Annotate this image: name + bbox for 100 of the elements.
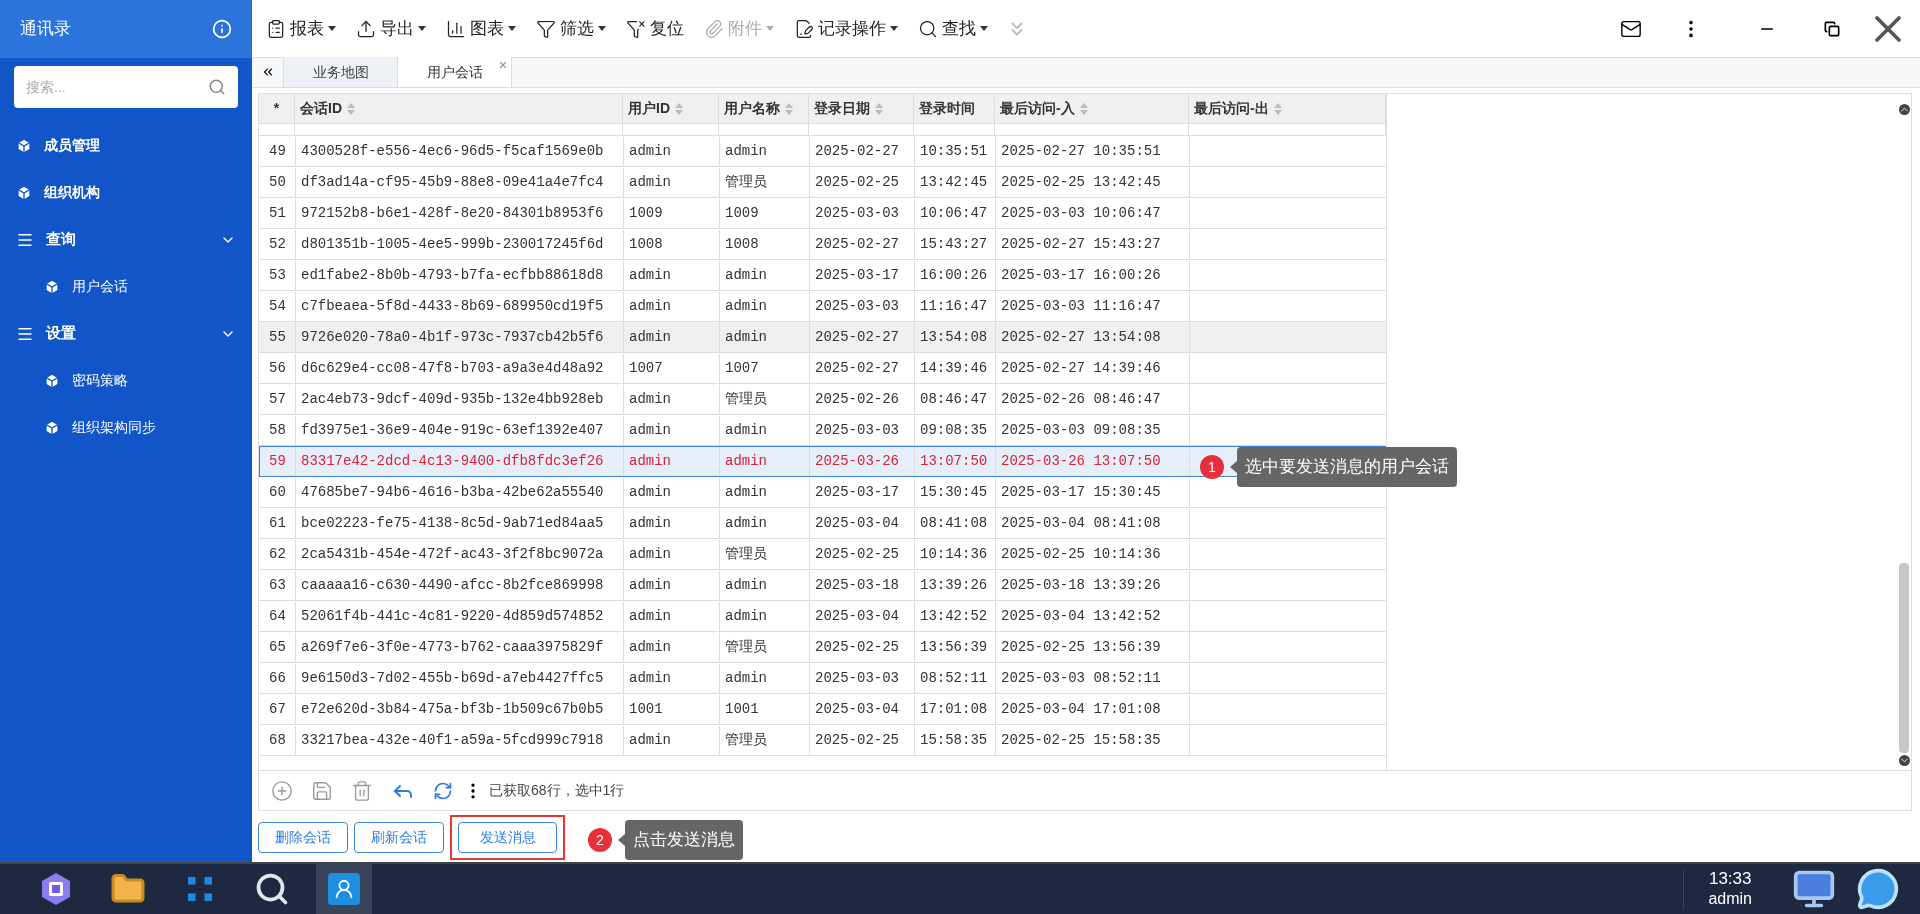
sidebar-item[interactable]: 组织架构同步 [0, 404, 252, 451]
table-cell: admin [624, 571, 720, 600]
table-row[interactable]: 51 972152b8-b6e1-428f-8e20-84301b8953f6 1009 1009 2025-03-03 10:06:47 2025-03-03 10:06:47 [259, 198, 1386, 229]
table-row[interactable]: 52 d801351b-1005-4ee5-999b-230017245f6d 1008 1008 2025-02-27 15:43:27 2025-02-27 15:43:27 [259, 229, 1386, 260]
search-icon[interactable] [208, 78, 226, 96]
toolbar-button[interactable]: 导出 [350, 8, 432, 49]
funnel-icon [536, 18, 556, 39]
taskbar-app[interactable] [316, 864, 372, 914]
column-header[interactable]: 用户名称 [719, 94, 809, 123]
table-row[interactable]: 57 2ac4eb73-9dcf-409d-935b-132e4bb928eb admin 管理员 2025-02-26 08:46:47 2025-02-26 08:46:47 [259, 384, 1386, 415]
sidebar-group[interactable]: 查询 [0, 216, 252, 263]
column-header[interactable]: 登录时间 [914, 94, 995, 123]
table-row[interactable]: 58 fd3975e1-36e9-404e-919c-63ef1392e407 admin admin 2025-03-03 09:08:35 2025-03-03 09:08:35 [259, 415, 1386, 446]
table-row[interactable]: 53 ed1fabe2-8b0b-4793-b7fa-ecfbb88618d8 admin admin 2025-03-17 16:00:26 2025-03-17 16:00:26 [259, 260, 1386, 291]
scroll-down-icon[interactable] [1898, 755, 1910, 766]
toolbar-button[interactable]: 记录操作 [788, 8, 904, 49]
table-cell: 2025-03-03 09:08:35 [996, 416, 1190, 445]
column-header[interactable]: 用户ID [623, 94, 719, 123]
table-row[interactable]: 54 c7fbeaea-5f8d-4433-8b69-689950cd19f5 admin admin 2025-03-03 11:16:47 2025-03-03 11:16:47 [259, 291, 1386, 322]
tab[interactable]: 业务地图 [284, 57, 398, 87]
search-icon [254, 871, 290, 907]
scroll-up-icon[interactable] [1898, 104, 1910, 115]
action-button[interactable]: 刷新会话 [354, 822, 444, 853]
table-row[interactable]: 67 e72e620d-3b84-475a-bf3b-1b509c67b0b5 1001 1001 2025-03-04 17:01:08 2025-03-04 17:01:08 [259, 694, 1386, 725]
table-row[interactable]: 56 d6c629e4-cc08-47f8-b703-a9a3e4d48a92 1007 1007 2025-02-27 14:39:46 2025-02-27 14:39:46 [259, 353, 1386, 384]
table-row[interactable]: 64 52061f4b-441c-4c81-9220-4d859d574852 admin admin 2025-03-04 13:42:52 2025-03-04 13:42:52 [259, 601, 1386, 632]
tab-close-icon[interactable] [498, 60, 508, 70]
save-icon[interactable] [311, 779, 333, 802]
callout-tooltip: 点击发送消息 [625, 820, 743, 860]
table-cell: 65 [260, 633, 296, 662]
table-cell: 51 [260, 199, 296, 228]
table-cell: 55 [260, 323, 296, 352]
table-cell: 2025-03-04 [810, 695, 915, 724]
table-cell: 61 [260, 509, 296, 538]
table-row[interactable]: 61 bce02223-fe75-4138-8c5d-9ab71ed84aa5 admin admin 2025-03-04 08:41:08 2025-03-04 08:41:08 [259, 508, 1386, 539]
table-cell: 2025-02-25 [810, 633, 915, 662]
table-cell: 52 [260, 230, 296, 259]
action-button[interactable]: 发送消息 [458, 822, 557, 853]
column-header[interactable]: 登录日期 [809, 94, 914, 123]
add-icon[interactable] [271, 779, 293, 802]
sidebar-group[interactable]: 设置 [0, 310, 252, 357]
sidebar-item[interactable]: 组织机构 [0, 169, 252, 216]
table-cell: 2025-03-17 16:00:26 [996, 261, 1190, 290]
chat-bubble-icon[interactable] [1856, 867, 1900, 911]
trash-icon[interactable] [351, 779, 373, 802]
column-header[interactable]: 最后访问-入 [995, 94, 1189, 123]
table-row[interactable]: 68 33217bea-432e-40f1-a59a-5fcd999c7918 admin 管理员 2025-02-25 15:58:35 2025-02-25 15:58:35 [259, 725, 1386, 756]
search-field[interactable]: 搜索... [14, 66, 238, 108]
report-icon [266, 18, 286, 39]
toolbar-button[interactable]: 筛选 [530, 8, 612, 49]
column-header[interactable]: * [259, 94, 295, 123]
table-cell: 57 [260, 385, 296, 414]
table-cell: admin [720, 261, 810, 290]
sidebar-item[interactable]: 成员管理 [0, 122, 252, 169]
tab[interactable]: 用户会话 [398, 57, 512, 87]
table-cell: 2025-03-04 08:41:08 [996, 509, 1190, 538]
table-cell: 2025-02-27 15:43:27 [996, 230, 1190, 259]
table-cell: 2ca5431b-454e-472f-ac43-3f2f8bc9072a [296, 540, 624, 569]
scrollbar-thumb[interactable] [1899, 563, 1909, 753]
table-cell: 49 [260, 137, 296, 166]
table-cell: 17:01:08 [915, 695, 996, 724]
table-cell: 52061f4b-441c-4c81-9220-4d859d574852 [296, 602, 624, 631]
table-row[interactable]: 49 4300528f-e556-4ec6-96d5-f5caf1569e0b admin admin 2025-02-27 10:35:51 2025-02-27 10:35:51 [259, 136, 1386, 167]
column-header[interactable]: 最后访问-出 [1189, 94, 1386, 123]
column-header[interactable]: 会话ID [295, 94, 623, 123]
info-icon[interactable] [212, 19, 232, 39]
toolbar-button[interactable]: 报表 [260, 8, 342, 49]
table-cell: 2025-03-03 10:06:47 [996, 199, 1190, 228]
table-cell: admin [720, 416, 810, 445]
table-cell: 2025-02-25 [810, 168, 915, 197]
table-cell: admin [624, 137, 720, 166]
table-cell: 9e6150d3-7d02-455b-b69d-a7eb4427ffc5 [296, 664, 624, 693]
table-cell: admin [624, 540, 720, 569]
refresh-icon[interactable] [433, 780, 453, 801]
toolbar-button[interactable]: 复位 [620, 8, 690, 49]
sidebar-item[interactable]: 密码策略 [0, 357, 252, 404]
status-text: 已获取68行，选中1行 [489, 781, 625, 800]
table-cell: 10:06:47 [915, 199, 996, 228]
sidebar-item[interactable]: 用户会话 [0, 263, 252, 310]
table-cell: 60 [260, 478, 296, 507]
table-row[interactable]: 65 a269f7e6-3f0e-4773-b762-caaa3975829f admin 管理员 2025-02-25 13:56:39 2025-02-25 13:56:39 [259, 632, 1386, 663]
table-cell: 47685be7-94b6-4616-b3ba-42be62a55540 [296, 478, 624, 507]
table-cell: admin [720, 602, 810, 631]
action-button[interactable]: 删除会话 [258, 822, 348, 853]
toolbar-button[interactable]: 图表 [440, 8, 522, 49]
table-cell: admin [624, 478, 720, 507]
table-cell: 13:39:26 [915, 571, 996, 600]
table-row[interactable]: 55 9726e020-78a0-4b1f-973c-7937cb42b5f6 admin admin 2025-02-27 13:54:08 2025-02-27 13:54:08 [259, 322, 1386, 353]
table-row[interactable]: 60 47685be7-94b6-4616-b3ba-42be62a55540 admin admin 2025-03-17 15:30:45 2025-03-17 15:30:45 [259, 477, 1386, 508]
table-cell: 08:46:47 [915, 385, 996, 414]
caret-icon [328, 26, 336, 31]
table-row[interactable]: 62 2ca5431b-454e-472f-ac43-3f2f8bc9072a admin 管理员 2025-02-25 10:14:36 2025-02-25 10:14:36 [259, 539, 1386, 570]
table-cell: 管理员 [720, 540, 810, 569]
table-row[interactable]: 50 df3ad14a-cf95-45b9-88e8-09e41a4e7fc4 admin 管理员 2025-02-25 13:42:45 2025-02-25 13:42:45 [259, 167, 1386, 198]
toolbar-button[interactable]: 查找 [912, 8, 994, 49]
table-cell: admin [720, 137, 810, 166]
table-cell: 管理员 [720, 633, 810, 662]
table-row[interactable]: 63 caaaaa16-c630-4490-afcc-8b2fce869998 admin admin 2025-03-18 13:39:26 2025-03-18 13:39:26 [259, 570, 1386, 601]
restore-icon[interactable] [1824, 20, 1840, 37]
table-row[interactable]: 66 9e6150d3-7d02-455b-b69d-a7eb4427ffc5 admin admin 2025-03-03 08:52:11 2025-03-03 08:52:11 [259, 663, 1386, 694]
